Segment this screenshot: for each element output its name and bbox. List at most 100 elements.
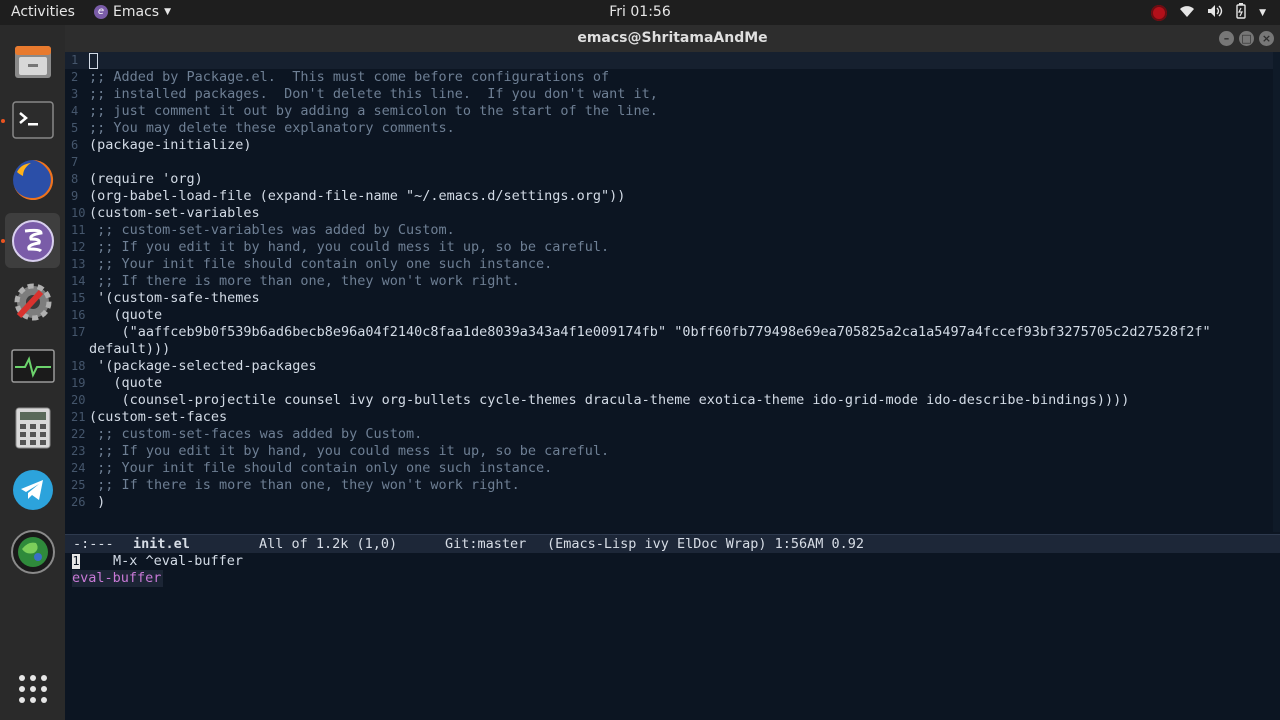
code-line[interactable]: 21 (custom-set-faces [65, 409, 1280, 426]
emacs-icon [11, 219, 54, 262]
code-comment: ;; Your init file should contain only on… [89, 256, 553, 272]
code-comment: ;; custom-set-variables was added by Cus… [89, 222, 455, 238]
show-applications-icon [18, 674, 47, 703]
line-number: 14 [71, 274, 86, 288]
code-text: (require 'org) [89, 171, 203, 187]
code-comment: ;; If you edit it by hand, you could mes… [89, 239, 610, 255]
dock-emacs[interactable] [5, 213, 60, 268]
record-indicator-icon[interactable] [1151, 5, 1168, 21]
line-number: 15 [71, 291, 86, 305]
editor-buffer[interactable]: 1 2;; Added by Package.el. This must come… [65, 52, 1280, 532]
dock [0, 25, 65, 720]
modeline-vc[interactable]: Git:master [445, 535, 526, 553]
code-text: '(package-selected-packages [89, 358, 317, 374]
modeline-modes[interactable]: (Emacs-Lisp ivy ElDoc Wrap) 1:56AM 0.92 [547, 535, 864, 553]
code-line[interactable]: 19 (quote [65, 375, 1280, 392]
code-text: (package-initialize) [89, 137, 252, 153]
line-number: 11 [71, 223, 86, 237]
dock-globe-app[interactable] [5, 524, 60, 579]
app-menu-label: Emacs [113, 4, 160, 20]
dock-files[interactable] [5, 33, 60, 88]
files-icon [14, 45, 51, 78]
minibuffer[interactable]: 1 M-x ^eval-buffer eval-buffer [65, 553, 1280, 720]
line-number: 5 [71, 121, 79, 135]
calculator-icon [15, 407, 50, 448]
close-button[interactable]: × [1259, 31, 1274, 46]
battery-icon[interactable] [1235, 3, 1247, 23]
line-number: 8 [71, 172, 79, 186]
modeline-position: All of 1.2k (1,0) [259, 536, 398, 552]
code-comment: ;; If there is more than one, they won't… [89, 273, 520, 289]
code-line[interactable]: 20 (counsel-projectile counsel ivy org-b… [65, 392, 1280, 409]
volume-icon[interactable] [1207, 4, 1223, 22]
app-menu[interactable]: e Emacs ▼ [94, 4, 171, 20]
modeline-status: -:--- [73, 536, 114, 552]
dock-terminal[interactable] [5, 92, 60, 147]
completion-candidate[interactable]: eval-buffer [72, 570, 164, 587]
dock-calculator[interactable] [5, 400, 60, 455]
code-line[interactable]: 11 ;; custom-set-variables was added by … [65, 222, 1280, 239]
dock-telegram[interactable] [5, 462, 60, 517]
code-line[interactable]: 7 [65, 154, 1280, 171]
system-monitor-icon [10, 348, 55, 383]
dock-firefox[interactable] [5, 152, 60, 207]
code-line[interactable]: 13 ;; Your init file should contain only… [65, 256, 1280, 273]
code-comment: ;; You may delete these explanatory comm… [89, 120, 455, 136]
system-tray[interactable]: ▼ [1151, 3, 1266, 23]
code-line[interactable]: 14 ;; If there is more than one, they wo… [65, 273, 1280, 290]
text-cursor [89, 53, 98, 69]
line-number: 7 [71, 155, 79, 169]
line-number: 24 [71, 461, 86, 475]
settings-icon [14, 283, 51, 320]
running-indicator [1, 239, 5, 243]
code-text: (custom-set-variables [89, 205, 260, 221]
minimize-button[interactable]: – [1219, 31, 1234, 46]
code-comment: ;; If there is more than one, they won't… [89, 477, 520, 493]
line-number: 12 [71, 240, 86, 254]
line-number: 16 [71, 308, 86, 322]
code-text: (counsel-projectile counsel ivy org-bull… [89, 392, 1130, 408]
code-line[interactable]: 4 ;; just comment it out by adding a semi… [65, 103, 1280, 120]
clock[interactable]: Fri 01:56 [609, 4, 670, 20]
power-menu-chevron-icon[interactable]: ▼ [1259, 8, 1266, 18]
code-line[interactable]: 3 ;; installed packages. Don't delete thi… [65, 86, 1280, 103]
code-line[interactable]: 2 ;; Added by Package.el. This must come … [65, 69, 1280, 86]
maximize-button[interactable]: □ [1239, 31, 1254, 46]
code-line[interactable]: 5 ;; You may delete these explanatory com… [65, 120, 1280, 137]
code-line[interactable]: 25 ;; If there is more than one, they wo… [65, 477, 1280, 494]
code-text: (quote [89, 375, 163, 391]
code-line[interactable]: default))) [65, 341, 1280, 358]
code-line[interactable]: 10 (custom-set-variables [65, 205, 1280, 222]
dock-show-applications[interactable] [5, 661, 60, 716]
code-line[interactable]: 24 ;; Your init file should contain only… [65, 460, 1280, 477]
wifi-icon[interactable] [1179, 4, 1195, 22]
dock-system-monitor[interactable] [5, 338, 60, 393]
window-titlebar[interactable]: emacs@ShritamaAndMe – □ × [65, 25, 1280, 52]
line-number: 22 [71, 427, 86, 441]
code-line[interactable]: 9 (org-babel-load-file (expand-file-name … [65, 188, 1280, 205]
activities-button[interactable]: Activities [11, 4, 75, 20]
line-number: 19 [71, 376, 86, 390]
code-line[interactable]: 17 ("aaffceb9b0f539b6ad6becb8e96a04f2140… [65, 324, 1280, 341]
code-line[interactable]: 8 (require 'org) [65, 171, 1280, 188]
code-line[interactable]: 1 [65, 52, 1280, 69]
modeline-buffer-name[interactable]: init.el [133, 535, 190, 553]
telegram-icon [12, 469, 53, 510]
code-line[interactable]: 12 ;; If you edit it by hand, you could … [65, 239, 1280, 256]
line-number: 4 [71, 104, 79, 118]
code-line[interactable]: 23 ;; If you edit it by hand, you could … [65, 443, 1280, 460]
line-number: 17 [71, 325, 86, 339]
code-text: ) [89, 494, 106, 510]
code-line[interactable]: 26 ) [65, 494, 1280, 511]
code-line[interactable]: 6 (package-initialize) [65, 137, 1280, 154]
code-line[interactable]: 16 (quote [65, 307, 1280, 324]
code-text: '(custom-safe-themes [89, 290, 260, 306]
line-number: 26 [71, 495, 86, 509]
code-text: (org-babel-load-file (expand-file-name "… [89, 188, 626, 204]
code-line[interactable]: 18 '(package-selected-packages [65, 358, 1280, 375]
dock-settings[interactable] [5, 274, 60, 329]
minibuffer-prompt[interactable]: M-x ^eval-buffer [113, 553, 243, 570]
code-line[interactable]: 22 ;; custom-set-faces was added by Cust… [65, 426, 1280, 443]
line-number: 10 [71, 206, 86, 220]
code-line[interactable]: 15 '(custom-safe-themes [65, 290, 1280, 307]
